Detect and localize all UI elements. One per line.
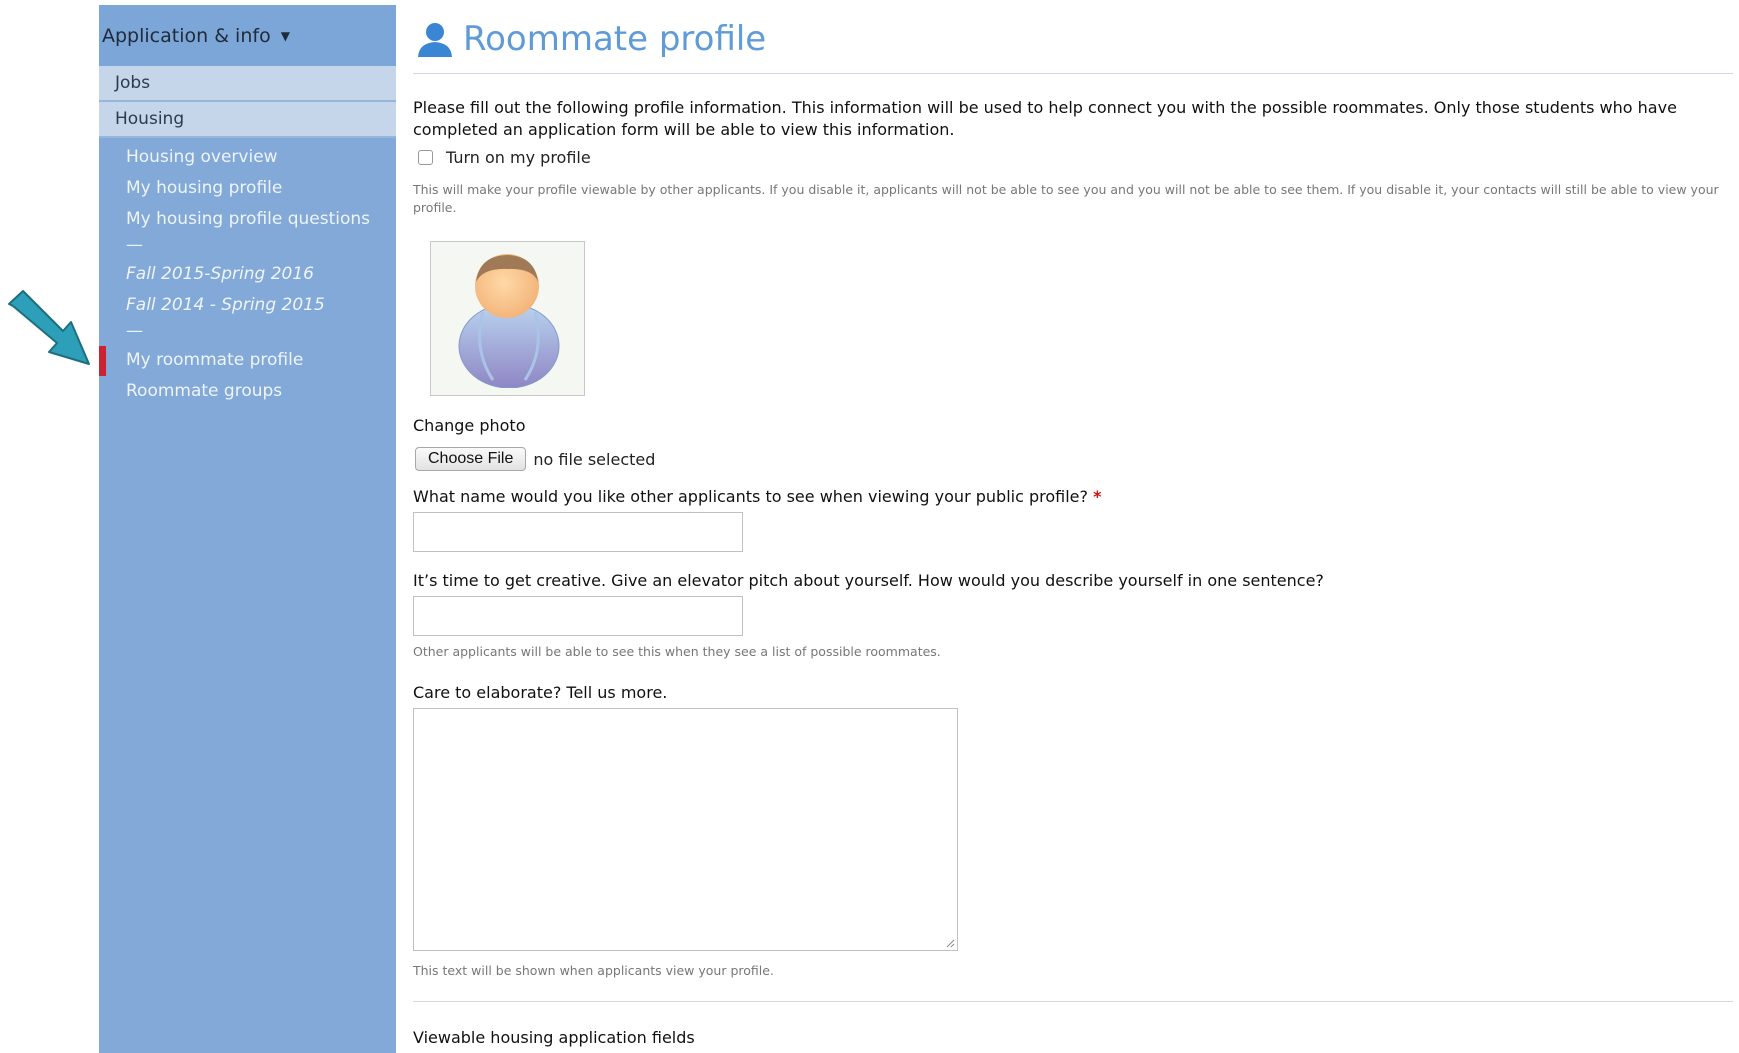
file-status-text: no file selected <box>533 449 656 469</box>
sidebar-item-housing-overview[interactable]: Housing overview <box>99 142 396 173</box>
required-marker: * <box>1093 487 1102 506</box>
sidebar-item-my-roommate-profile[interactable]: My roommate profile <box>99 345 396 376</box>
sidebar-section-housing[interactable]: Housing <box>99 102 396 138</box>
section-divider <box>413 1001 1733 1002</box>
arrow-pointer-icon <box>8 290 90 365</box>
turn-on-profile-label: Turn on my profile <box>446 148 591 167</box>
sidebar-item-my-housing-profile-questions[interactable]: My housing profile questions <box>99 204 396 235</box>
elaborate-help: This text will be shown when applicants … <box>413 963 774 978</box>
elevator-pitch-help: Other applicants will be able to see thi… <box>413 644 941 659</box>
turn-on-profile-row: Turn on my profile <box>413 148 1733 167</box>
public-name-question: What name would you like other applicant… <box>413 487 1733 506</box>
sidebar-header-label: Application & info <box>102 24 271 47</box>
change-photo-label: Change photo <box>413 416 526 435</box>
resize-grip-icon[interactable] <box>945 938 955 948</box>
sidebar-item-fall-2014[interactable]: Fall 2014 - Spring 2015 <box>99 290 396 321</box>
caret-down-icon: ▼ <box>280 28 290 43</box>
page-header: Roommate profile <box>413 5 1733 74</box>
elevator-pitch-input[interactable] <box>413 596 743 636</box>
sidebar-items: Housing overview My housing profile My h… <box>99 138 396 407</box>
intro-text: Please fill out the following profile in… <box>413 98 1677 139</box>
elaborate-textarea[interactable] <box>413 708 958 951</box>
elevator-pitch-label: It’s time to get creative. Give an eleva… <box>413 571 1324 590</box>
profile-toggle-help: This will make your profile viewable by … <box>413 182 1719 215</box>
file-upload-row: Choose File no file selected <box>413 447 1733 471</box>
sidebar-separator: — <box>126 321 143 341</box>
main-content: Roommate profile Please fill out the fol… <box>413 5 1733 1047</box>
page-title: Roommate profile <box>463 19 767 59</box>
user-icon <box>418 23 452 57</box>
choose-file-button[interactable]: Choose File <box>415 447 527 471</box>
profile-photo <box>430 241 585 396</box>
public-name-input[interactable] <box>413 512 743 552</box>
elaborate-label: Care to elaborate? Tell us more. <box>413 683 668 702</box>
sidebar-item-my-housing-profile[interactable]: My housing profile <box>99 173 396 204</box>
sidebar-item-fall-2015[interactable]: Fall 2015-Spring 2016 <box>99 259 396 290</box>
viewable-fields-heading: Viewable housing application fields <box>413 1028 695 1047</box>
sidebar-section-jobs[interactable]: Jobs <box>99 66 396 102</box>
sidebar-separator: — <box>126 235 143 255</box>
sidebar: Application & info ▼ Jobs Housing Housin… <box>99 5 396 1053</box>
sidebar-menu-dropdown[interactable]: Application & info ▼ <box>99 5 396 66</box>
avatar-placeholder-icon <box>458 253 559 388</box>
turn-on-profile-checkbox[interactable] <box>418 150 433 165</box>
public-name-label: What name would you like other applicant… <box>413 487 1088 506</box>
sidebar-item-roommate-groups[interactable]: Roommate groups <box>99 376 396 407</box>
page: Application & info ▼ Jobs Housing Housin… <box>0 0 1739 1053</box>
